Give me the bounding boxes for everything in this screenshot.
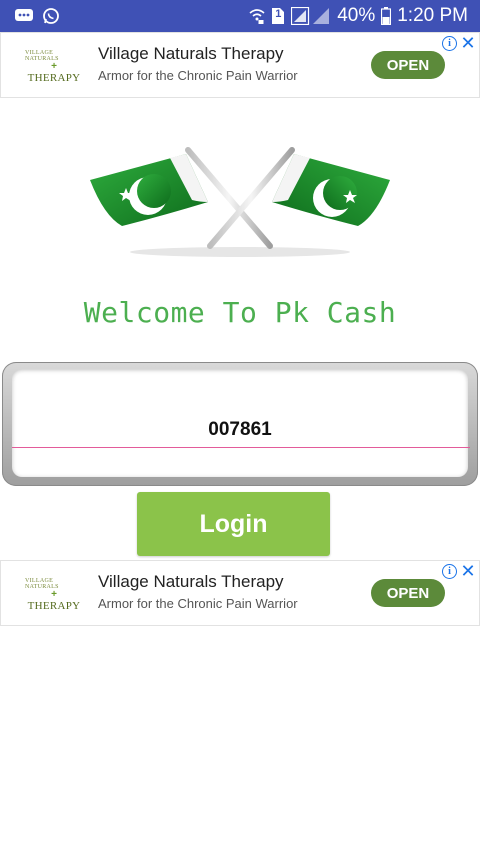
code-input-field[interactable]: 007861 [12,369,470,477]
ad-open-button[interactable]: OPEN [371,579,445,607]
sim-icon: 1 [271,7,285,25]
ad-banner-top[interactable]: VILLAGE NATURALS + THERAPY Village Natur… [0,32,480,98]
input-underline [12,447,470,448]
advertiser-logo: VILLAGE NATURALS + THERAPY [25,575,83,615]
wifi-calling-icon [249,7,265,25]
sim-badge: 1 [275,8,282,20]
login-button[interactable]: Login [137,492,330,556]
ad-title[interactable]: Village Naturals Therapy [98,44,284,64]
code-input-frame: 007861 [2,362,478,486]
signal-icon [291,7,331,25]
notification-icons [0,7,60,25]
battery-percent: 40% [337,5,376,26]
code-input-value[interactable]: 007861 [12,419,468,441]
whatsapp-icon [42,7,60,25]
logo-main-text: THERAPY [27,600,81,612]
plus-icon: + [51,589,57,600]
clock: 1:20 PM [397,5,468,26]
battery-icon [381,7,392,25]
ad-close-icon[interactable]: ✕ [459,34,477,52]
messages-icon [14,8,34,24]
plus-icon: + [51,61,57,72]
ad-info-icon[interactable]: i [442,564,457,579]
ad-close-icon[interactable]: ✕ [459,562,477,580]
ad-open-button[interactable]: OPEN [371,51,445,79]
system-indicators: 1 40% 1:20 PM [249,5,480,27]
ad-title[interactable]: Village Naturals Therapy [98,572,284,592]
status-bar: 1 40% 1:20 PM [0,0,480,32]
advertiser-logo: VILLAGE NATURALS + THERAPY [25,47,83,87]
pakistan-flag-right-icon [272,154,390,226]
logo-main-text: THERAPY [27,72,81,84]
welcome-heading: Welcome To Pk Cash [83,296,397,329]
ad-info-icon[interactable]: i [442,36,457,51]
ad-subtitle: Armor for the Chronic Pain Warrior [98,596,298,611]
pakistan-flag-left-icon [90,154,208,226]
ad-banner-bottom[interactable]: VILLAGE NATURALS + THERAPY Village Natur… [0,560,480,626]
crossed-flags-image [82,140,398,260]
ad-subtitle: Armor for the Chronic Pain Warrior [98,68,298,83]
